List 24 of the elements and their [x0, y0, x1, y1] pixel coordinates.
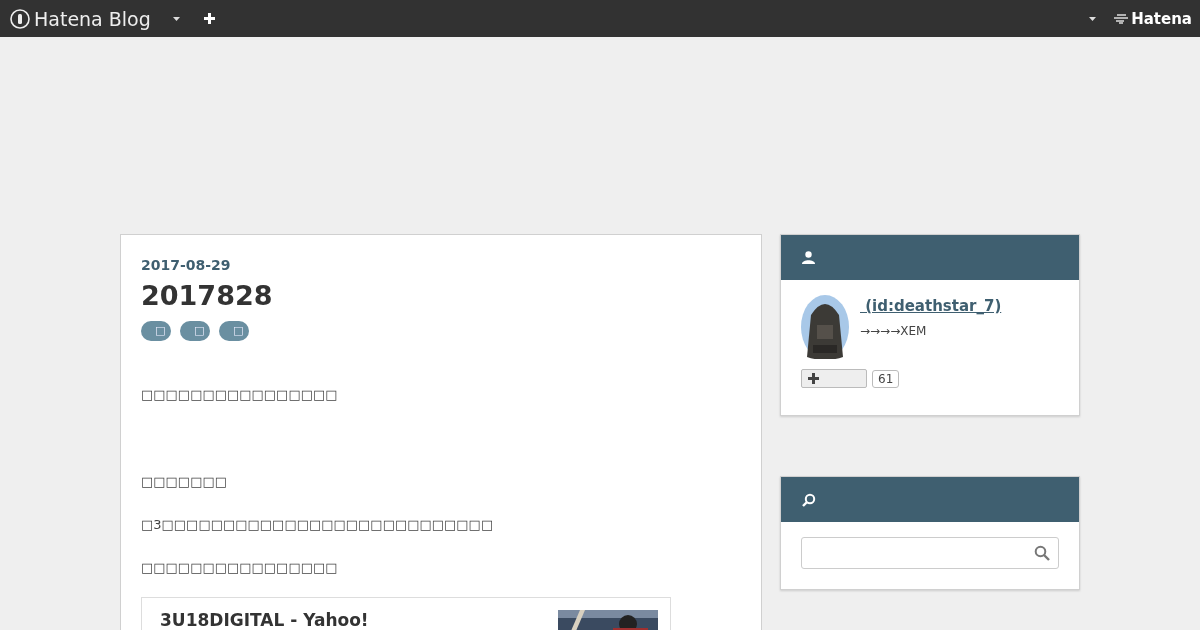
- search-icon[interactable]: [1034, 545, 1050, 561]
- profile-description: →→→→XEM: [860, 324, 928, 338]
- search-icon: [802, 492, 816, 507]
- paragraph: □□□□□□□□□□□□□□□□: [141, 386, 339, 404]
- follow-button[interactable]: [801, 369, 867, 388]
- paragraph: □3□□□□□□□□□□□□□□□□□□□□□□□□□□□: [141, 516, 495, 534]
- follower-count: 61: [872, 369, 900, 388]
- link-card[interactable]: 3U18DIGITAL - Yahoo!: [141, 597, 671, 630]
- profile-name-link[interactable]: (id:deathstar_7): [860, 297, 1002, 315]
- search-field[interactable]: [801, 537, 1059, 569]
- logo-icon: [10, 8, 30, 29]
- user-icon: [802, 251, 815, 264]
- paragraph: □□□□□□□□□□□□□□□□: [141, 559, 339, 577]
- hatena-logo[interactable]: Hatena: [1131, 9, 1192, 28]
- hatena-logo-icon: [1114, 13, 1129, 24]
- blog-logo[interactable]: Hatena Blog: [34, 7, 151, 30]
- dropdown-caret-icon[interactable]: [172, 16, 180, 21]
- entry-title: 2017828: [141, 280, 274, 311]
- link-card-title[interactable]: 3U18DIGITAL - Yahoo!: [160, 610, 369, 630]
- entry-date[interactable]: 2017-08-29: [141, 257, 231, 273]
- plus-icon[interactable]: [203, 13, 215, 24]
- paragraph: □□□□□□□: [141, 473, 228, 491]
- plus-icon: [808, 373, 819, 384]
- dropdown-caret-icon[interactable]: [1089, 16, 1097, 21]
